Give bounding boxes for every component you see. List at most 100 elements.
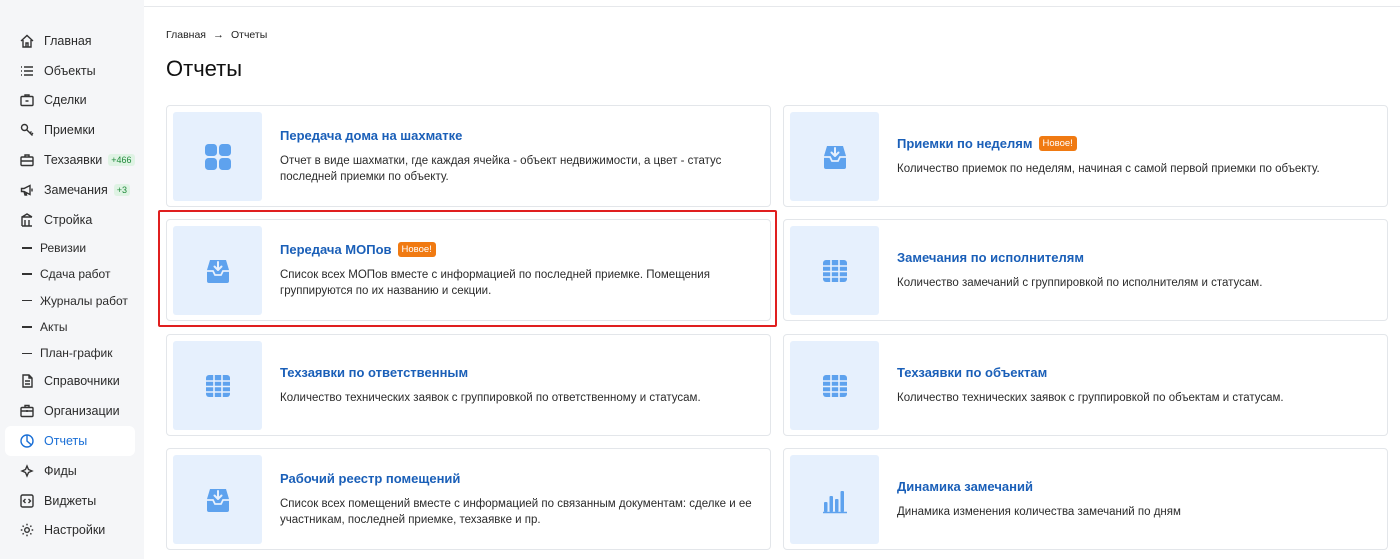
sidebar-subitem-2[interactable]: Журналы работ <box>0 287 144 313</box>
sidebar-subitem-label: Ревизии <box>40 240 87 255</box>
card-title[interactable]: Динамика замечаний <box>897 479 1033 494</box>
card-description: Количество замечаний с группировкой по и… <box>897 276 1263 289</box>
card-description: Отчет в виде шахматки, где каждая ячейка… <box>280 154 722 183</box>
new-badge: Новое! <box>397 241 436 257</box>
toolbox-icon <box>19 152 35 168</box>
card-thumbnail <box>173 226 262 315</box>
report-card[interactable]: Замечания по исполнителям Количество заме… <box>783 219 1388 321</box>
dash-icon <box>22 299 32 302</box>
sidebar-subitem-3[interactable]: Акты <box>0 314 144 340</box>
card-thumbnail <box>790 226 879 315</box>
card-title[interactable]: Рабочий реестр помещений <box>280 471 460 486</box>
sidebar-subitem-label: Акты <box>40 319 68 334</box>
card-thumbnail <box>790 112 879 201</box>
sidebar-item-bottom-3[interactable]: Фиды <box>5 456 135 486</box>
building-icon <box>19 403 35 419</box>
card-title-row: Передача дома на шахматке <box>280 128 760 143</box>
sidebar-item-main-5[interactable]: Замечания +3 <box>5 175 135 205</box>
card-title-row: Техзаявки по ответственным <box>280 365 701 380</box>
sidebar-subitem-0[interactable]: Ревизии <box>0 235 144 261</box>
sidebar-item-bottom-2[interactable]: Отчеты <box>5 426 135 456</box>
report-card[interactable]: Приемки по неделям Новое! Количество прием… <box>783 105 1388 207</box>
sidebar-item-bottom-0[interactable]: Справочники <box>5 367 135 397</box>
card-body: Рабочий реестр помещений Список всех поме… <box>268 449 770 549</box>
card-body: Техзаявки по ответственным Количество тех… <box>268 335 711 435</box>
sidebar-item-bottom-1[interactable]: Организации <box>5 396 135 426</box>
top-divider <box>144 6 1400 7</box>
card-title-row: Передача МОПов Новое! <box>280 241 760 257</box>
breadcrumb-home[interactable]: Главная <box>166 29 206 41</box>
card-title-row: Замечания по исполнителям <box>897 250 1262 265</box>
sidebar-item-bottom-4[interactable]: Виджеты <box>5 486 135 516</box>
card-title-row: Техзаявки по объектам <box>897 365 1284 380</box>
card-title[interactable]: Техзаявки по объектам <box>897 365 1047 380</box>
report-card[interactable]: Техзаявки по объектам Количество техничес… <box>783 334 1388 436</box>
new-badge: Новое! <box>1038 135 1077 151</box>
sidebar-item-main-2[interactable]: Сделки <box>5 86 135 116</box>
inbox-icon <box>203 256 233 286</box>
dash-icon <box>22 326 32 328</box>
report-card[interactable]: Рабочий реестр помещений Список всех поме… <box>166 448 771 550</box>
bar-chart-icon <box>820 485 850 515</box>
count-badge: +466 <box>108 154 135 167</box>
sidebar-item-main-6[interactable]: Стройка <box>5 205 135 235</box>
card-description: Динамика изменения количества замечаний … <box>897 505 1181 518</box>
report-card[interactable]: Передача дома на шахматке Отчет в виде ша… <box>166 105 771 207</box>
inbox-icon <box>820 142 850 172</box>
report-card[interactable]: Динамика замечаний Динамика изменения кол… <box>783 448 1388 550</box>
sidebar-item-label: Стройка <box>44 212 93 227</box>
card-thumbnail <box>173 112 262 201</box>
card-description: Список всех МОПов вместе с информацией п… <box>280 268 710 297</box>
card-title[interactable]: Техзаявки по ответственным <box>280 365 468 380</box>
megaphone-icon <box>19 182 35 198</box>
card-title[interactable]: Замечания по исполнителям <box>897 250 1084 265</box>
sidebar-item-label: Виджеты <box>44 493 97 508</box>
sidebar-item-main-4[interactable]: Техзаявки +466 <box>5 145 135 175</box>
card-body: Передача МОПов Новое! Список всех МОПов вм… <box>268 220 770 320</box>
sidebar-item-label: Техзаявки <box>44 153 103 168</box>
card-title-row: Динамика замечаний <box>897 479 1181 494</box>
card-title[interactable]: Приемки по неделям <box>897 136 1033 151</box>
sidebar-item-label: Настройки <box>44 523 106 538</box>
sidebar-item-main-0[interactable]: Главная <box>5 26 135 56</box>
card-title[interactable]: Передача дома на шахматке <box>280 128 462 143</box>
card-title[interactable]: Передача МОПов <box>280 242 392 257</box>
sidebar-item-label: Приемки <box>44 123 95 138</box>
pie-chart-icon <box>19 433 35 449</box>
dash-icon <box>22 352 32 355</box>
report-card[interactable]: Техзаявки по ответственным Количество тех… <box>166 334 771 436</box>
sidebar-item-main-1[interactable]: Объекты <box>5 56 135 86</box>
card-thumbnail <box>173 341 262 430</box>
feed-icon <box>19 463 35 479</box>
sidebar-item-label: Главная <box>44 33 92 48</box>
sidebar-subitem-label: Сдача работ <box>40 267 111 282</box>
card-body: Передача дома на шахматке Отчет в виде ша… <box>268 106 770 206</box>
gear-icon <box>19 522 35 538</box>
breadcrumb-current: Отчеты <box>230 29 268 41</box>
inbox-icon <box>203 485 233 515</box>
sidebar-item-bottom-5[interactable]: Настройки <box>5 516 135 546</box>
card-description: Количество технических заявок с группиро… <box>280 391 701 404</box>
card-body: Замечания по исполнителям Количество заме… <box>885 220 1272 320</box>
list-icon <box>19 63 35 79</box>
card-thumbnail <box>790 341 879 430</box>
count-badge: +3 <box>113 183 131 196</box>
sidebar-subitem-4[interactable]: План-график <box>0 340 144 366</box>
grid-icon <box>203 142 233 172</box>
arrow-right-icon: → <box>212 29 224 41</box>
card-description: Список всех помещений вместе с информаци… <box>280 497 752 526</box>
sidebar-subitem-1[interactable]: Сдача работ <box>0 261 144 287</box>
briefcase-icon <box>19 92 35 108</box>
sidebar-subitem-label: Журналы работ <box>40 293 128 308</box>
home-icon <box>19 33 35 49</box>
report-card[interactable]: Передача МОПов Новое! Список всех МОПов вм… <box>166 219 771 321</box>
card-description: Количество технических заявок с группиро… <box>897 391 1284 404</box>
sidebar-item-label: Сделки <box>44 93 87 108</box>
sidebar-item-main-3[interactable]: Приемки <box>5 115 135 145</box>
document-icon <box>19 373 35 389</box>
crane-icon <box>19 212 35 228</box>
card-body: Приемки по неделям Новое! Количество прием… <box>885 106 1330 206</box>
sidebar: Главная Объекты Сделки Приемки Техзаявки +466… <box>0 0 144 559</box>
page-title: Отчеты <box>166 56 243 81</box>
card-title-row: Приемки по неделям Новое! <box>897 135 1320 151</box>
